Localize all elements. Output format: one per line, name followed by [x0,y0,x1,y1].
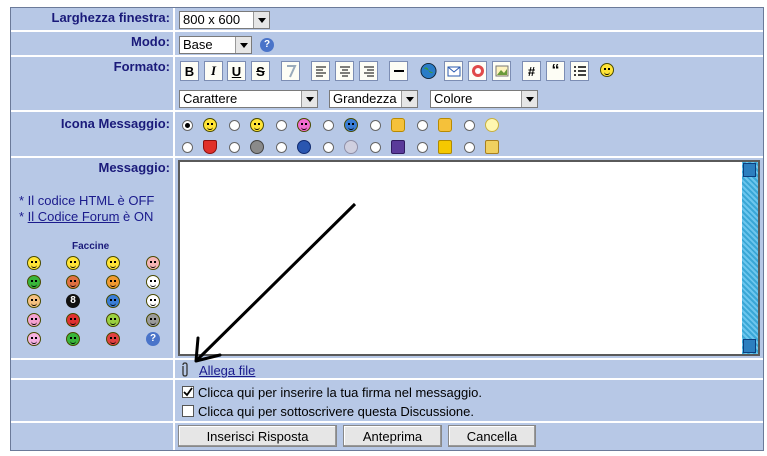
annotation-arrow [194,202,357,363]
